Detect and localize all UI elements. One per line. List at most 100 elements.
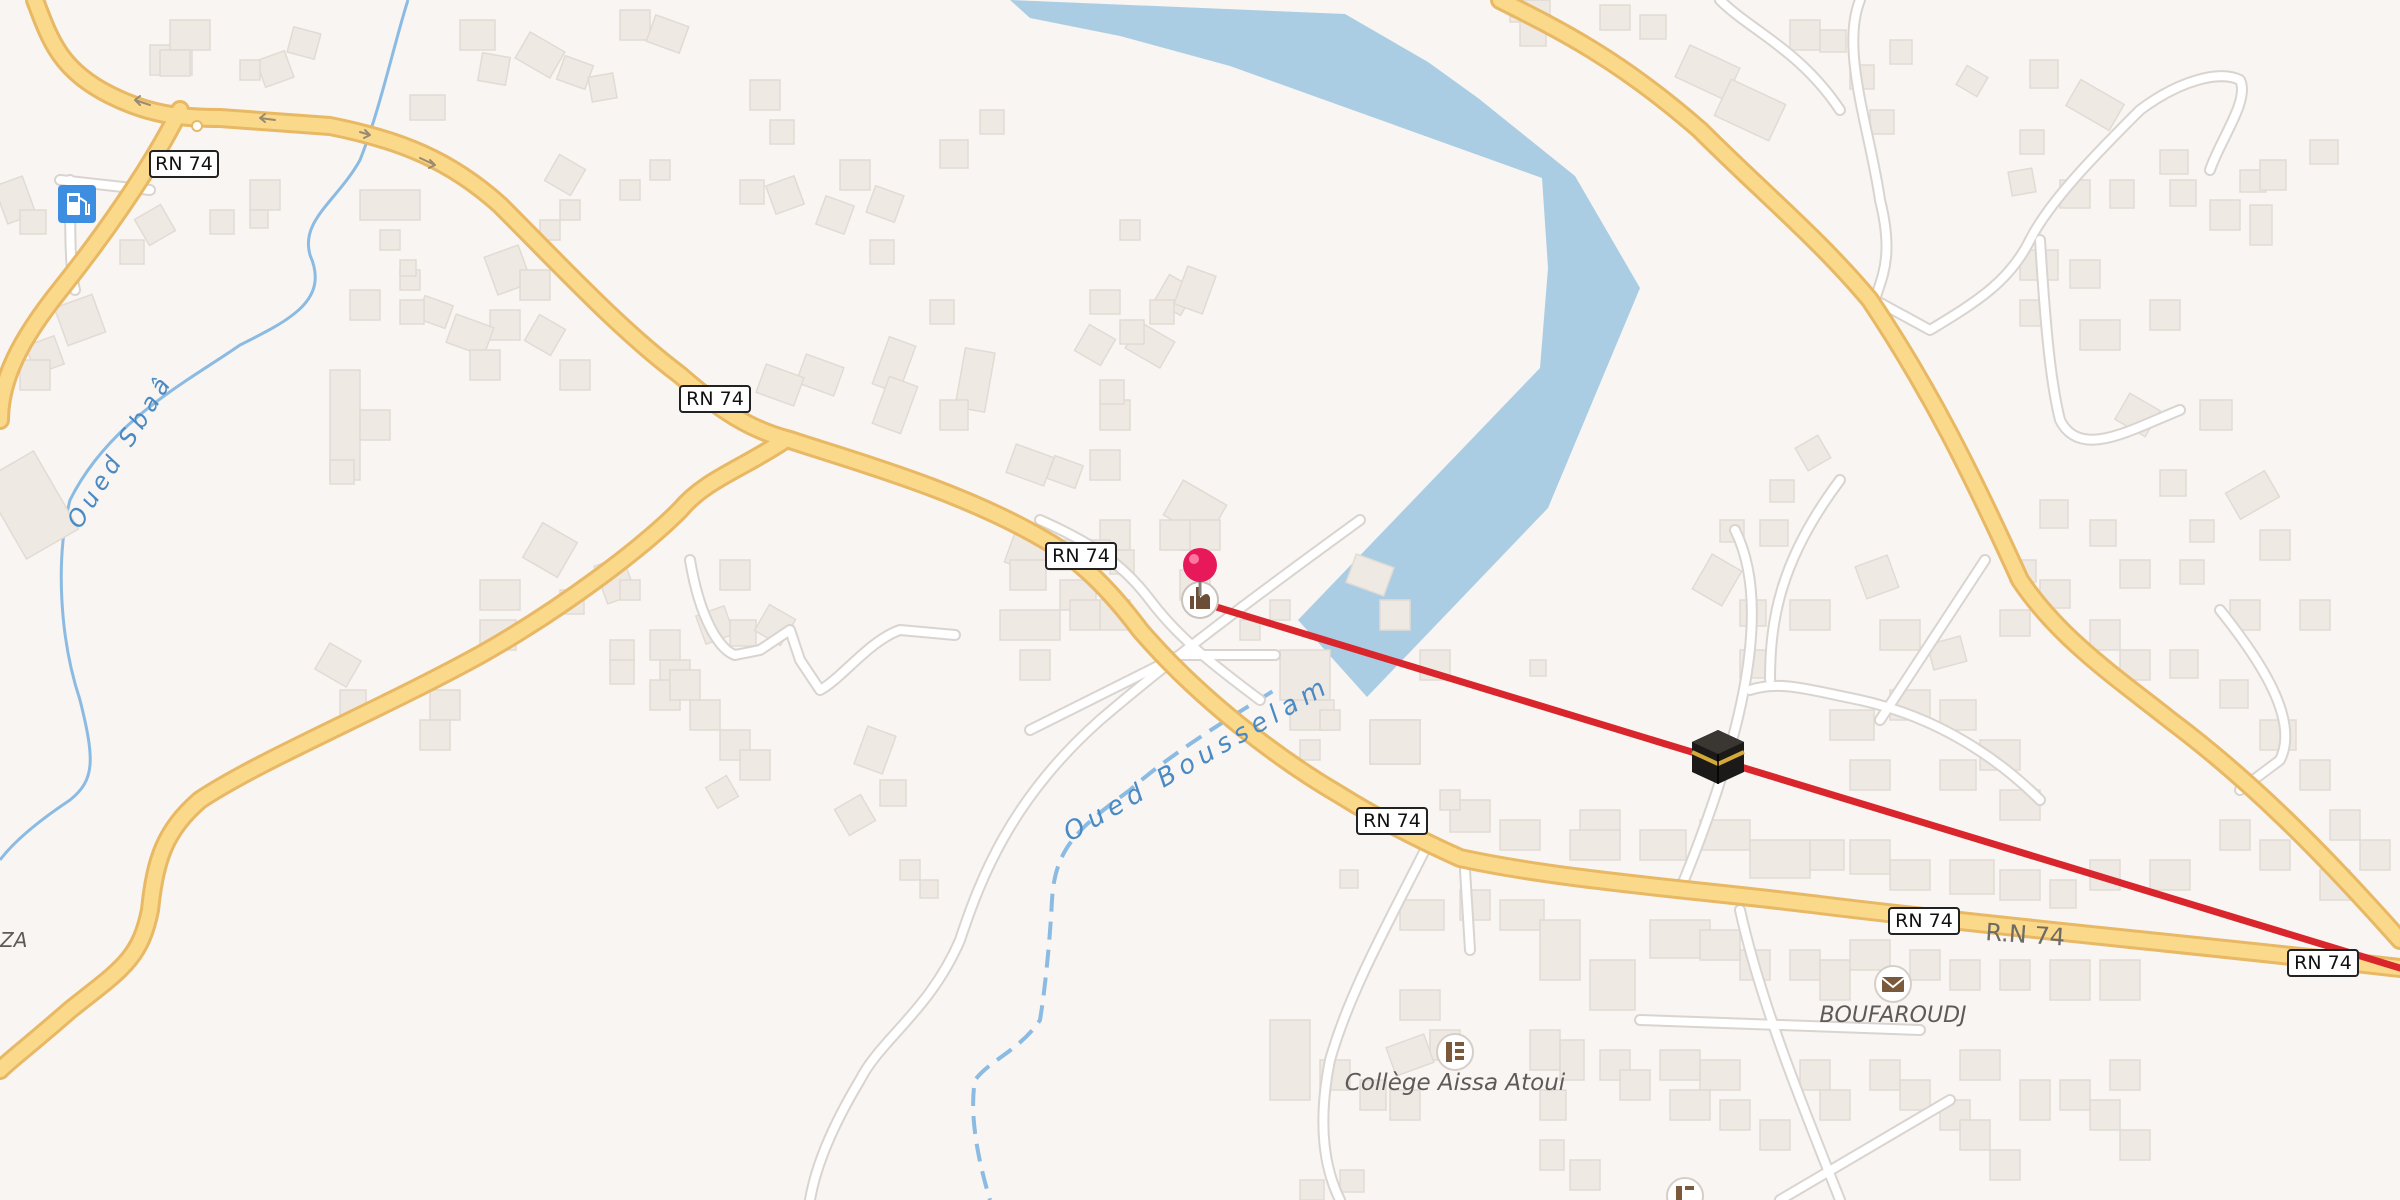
building [1019,649,1051,681]
building [2219,819,2251,851]
building [2259,529,2291,561]
fuel-station-icon[interactable] [58,185,96,223]
building [1889,39,1913,65]
building [609,659,635,685]
building [1769,479,1795,503]
map-layer[interactable]: RN 74 RN 74 RN 74 RN 74 RN 74 RN 74 R.N … [0,0,2400,1200]
building [1119,319,1145,345]
building [755,363,805,407]
svg-text:RN 74: RN 74 [2294,952,2352,974]
building [1959,1119,1991,1151]
building [1589,959,1636,1011]
building [1005,443,1055,487]
building [419,719,451,751]
building [749,79,781,111]
building [2359,839,2391,871]
building [1269,599,1291,621]
svg-text:RN 74: RN 74 [155,153,213,175]
post-office-icon[interactable] [1874,965,1912,1003]
building [1569,829,1621,861]
building [619,579,641,601]
building [2169,649,2199,679]
building [523,313,567,357]
building [2069,259,2101,289]
building [1799,1059,1831,1091]
building [2089,1099,2121,1131]
building [1499,899,1545,931]
building [559,359,591,391]
building [1173,265,1217,315]
building [1539,919,1581,981]
building [514,30,566,80]
building [2099,959,2141,1001]
place-label-college: Collège Aissa Atoui [1345,1070,1566,1096]
building [1319,709,1341,731]
building [1699,1059,1741,1091]
building [399,259,417,277]
building [2259,159,2287,191]
building [833,793,877,837]
building [939,139,969,169]
building [349,289,381,321]
building [249,179,281,211]
building [19,209,47,235]
building [939,399,969,431]
building [559,199,581,221]
building [1299,739,1321,761]
building [1909,949,1941,981]
building [2049,959,2091,1001]
building [1699,929,1741,961]
building [1854,554,1900,600]
building [2169,179,2197,207]
building [409,94,446,121]
building [519,269,551,301]
building [2089,519,2117,547]
building [839,159,871,191]
building [645,13,690,55]
building [2019,129,2045,155]
svg-text:RN 74: RN 74 [686,388,744,410]
building [239,59,261,81]
building [739,749,771,781]
road-shield: RN 74 [1045,542,1117,570]
road-shield: RN 74 [2287,949,2359,977]
building [2224,469,2281,521]
road-shield: RN 74 [679,385,751,413]
building [255,49,295,89]
building [1889,859,1931,891]
building [1749,839,1811,879]
building [1879,619,1921,651]
building [1999,609,2031,637]
building [1099,379,1125,405]
building [1369,719,1421,765]
building [2019,1079,2051,1121]
road-shield: RN 74 [149,150,219,178]
school-icon[interactable] [1436,1033,1474,1071]
building [2109,179,2135,209]
building [795,353,845,397]
building [1659,1049,1701,1081]
building [1869,109,1895,135]
building [2149,859,2191,891]
map-canvas[interactable]: RN 74 RN 74 RN 74 RN 74 RN 74 RN 74 R.N … [0,0,2400,1200]
school-icon[interactable] [1666,1177,1704,1200]
building [555,54,595,91]
building [1719,1099,1751,1131]
building [1299,1179,1325,1200]
building [2189,519,2215,543]
building [1069,599,1101,631]
building [399,299,425,325]
building [1999,869,2041,901]
building [159,49,191,77]
building [1499,819,1541,851]
building [704,774,740,810]
building [1119,219,1141,241]
building [209,209,235,235]
building [2299,759,2331,791]
building [1073,323,1117,367]
building [1639,14,1667,40]
building [1379,599,1411,631]
building [1529,1029,1561,1071]
waterway-label-oued-sbaa: Oued Sbaâ [61,369,178,534]
building [119,239,145,265]
